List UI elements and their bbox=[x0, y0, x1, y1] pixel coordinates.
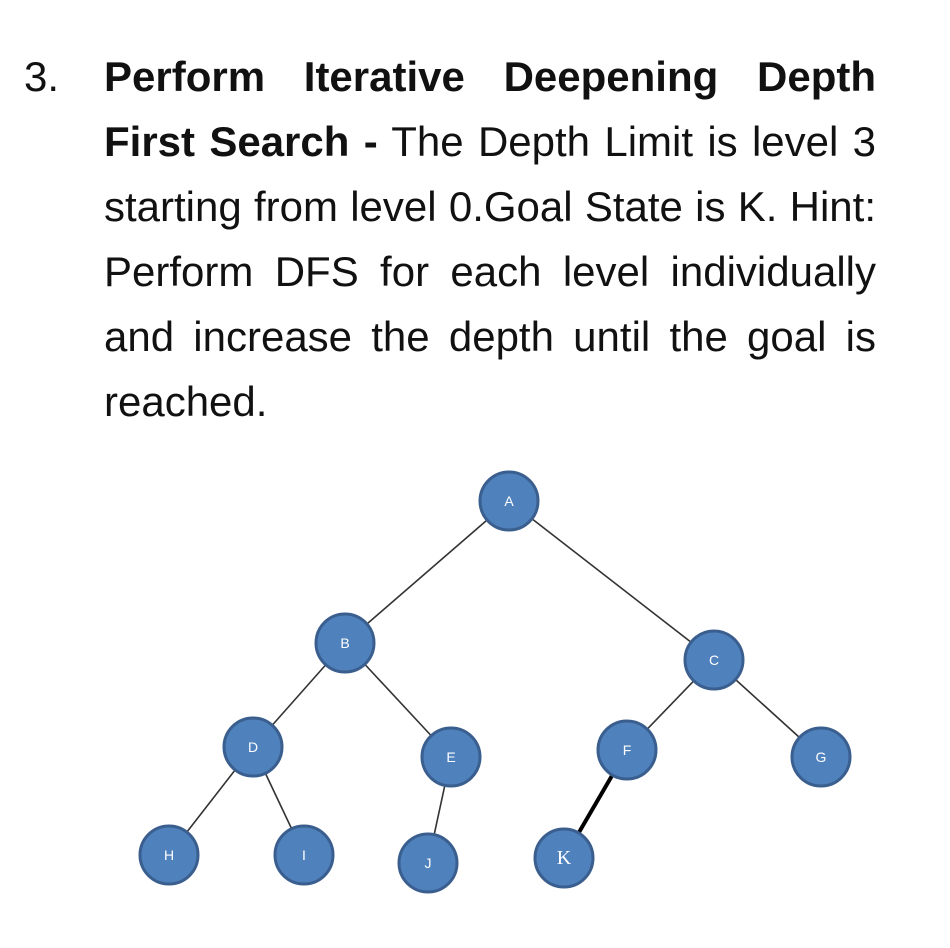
edge-c-g bbox=[734, 678, 801, 739]
tree-node-i: I bbox=[273, 824, 335, 886]
node-label: B bbox=[340, 635, 349, 651]
edge-a-c bbox=[531, 518, 692, 643]
tree-node-f: F bbox=[596, 719, 658, 781]
node-label: J bbox=[425, 855, 432, 871]
node-label: C bbox=[709, 652, 719, 668]
node-label: K bbox=[557, 847, 572, 869]
edge-c-f bbox=[646, 680, 695, 730]
edge-b-e bbox=[364, 663, 432, 737]
edge-e-j bbox=[433, 785, 446, 835]
tree-node-k: K bbox=[533, 827, 595, 889]
tree-node-c: C bbox=[683, 629, 745, 691]
edge-d-i bbox=[264, 772, 293, 830]
tree-node-b: B bbox=[314, 612, 376, 674]
search-tree-diagram: A B C D E F G H I J K bbox=[138, 470, 852, 894]
tree-node-h: H bbox=[138, 824, 200, 886]
tree-node-a: A bbox=[478, 470, 540, 532]
tree-node-j: J bbox=[397, 832, 459, 894]
node-label: D bbox=[248, 739, 258, 755]
edge-f-k bbox=[576, 774, 615, 834]
edge-a-b bbox=[366, 519, 488, 625]
tree-node-e: E bbox=[420, 726, 482, 788]
node-label: H bbox=[164, 847, 174, 863]
tree-node-g: G bbox=[790, 726, 852, 788]
edge-d-h bbox=[186, 769, 236, 833]
node-label: E bbox=[446, 749, 455, 765]
node-label: A bbox=[504, 493, 514, 509]
edge-b-d bbox=[271, 664, 327, 726]
tree-node-d: D bbox=[222, 716, 284, 778]
tree-nodes: A B C D E F G H I J K bbox=[138, 470, 852, 894]
node-label: G bbox=[816, 749, 827, 765]
node-label: I bbox=[302, 847, 306, 863]
node-label: F bbox=[623, 742, 632, 758]
